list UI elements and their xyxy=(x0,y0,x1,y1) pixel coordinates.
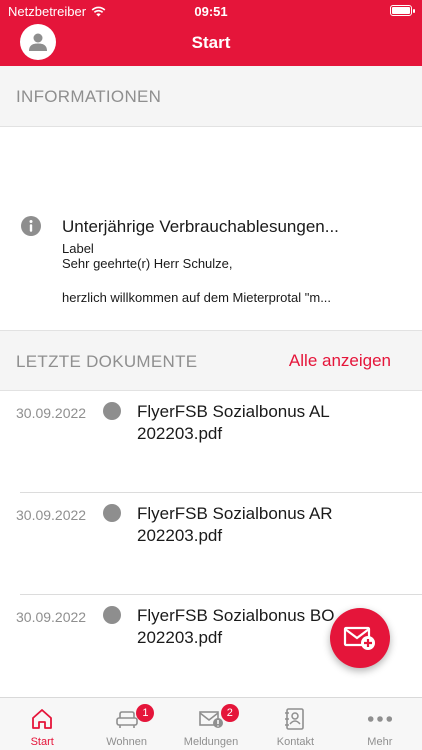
informationen-section-header: INFORMATIONEN xyxy=(0,66,422,127)
more-dots-icon xyxy=(367,716,392,722)
tab-start[interactable]: Start xyxy=(0,698,84,750)
info-text-line: herzlich willkommen auf dem Mieterprotal… xyxy=(62,290,332,305)
tab-label: Meldungen xyxy=(183,736,239,748)
tab-label: Kontakt xyxy=(276,736,315,748)
document-date: 30.09.2022 xyxy=(16,507,87,523)
info-label: Label xyxy=(62,241,94,256)
tab-mehr[interactable]: Mehr xyxy=(338,698,422,750)
mail-add-icon xyxy=(343,626,375,650)
documents-section-title: LETZTE DOKUMENTE xyxy=(16,352,198,371)
status-time: 09:51 xyxy=(194,4,228,19)
contact-book-icon xyxy=(285,708,305,730)
unread-dot-icon xyxy=(103,402,121,420)
badge: 1 xyxy=(136,704,155,722)
tab-meldungen[interactable]: 2 Meldungen xyxy=(169,698,253,750)
sofa-icon xyxy=(115,711,138,728)
new-message-button[interactable] xyxy=(330,608,390,668)
battery-icon xyxy=(390,5,415,16)
page-title: Start xyxy=(191,33,231,52)
document-row[interactable]: 30.09.2022 FlyerFSB Sozialbonus AR 20220… xyxy=(0,493,422,595)
info-text-line: Sehr geehrte(r) Herr Schulze, xyxy=(62,256,233,271)
document-name: FlyerFSB Sozialbonus AL 202203.pdf xyxy=(137,402,330,443)
document-row[interactable]: 30.09.2022 FlyerFSB Sozialbonus AL 20220… xyxy=(0,391,422,493)
unread-dot-icon xyxy=(103,606,121,624)
document-date: 30.09.2022 xyxy=(16,405,87,421)
tab-bar: Start 1 Wohnen 2 Meldungen Kontakt Mehr xyxy=(0,697,422,750)
show-all-link[interactable]: Alle anzeigen xyxy=(289,351,391,371)
unread-dot-icon xyxy=(103,504,121,522)
tab-wohnen[interactable]: 1 Wohnen xyxy=(84,698,168,750)
app-header: Netzbetreiber 09:51 Start xyxy=(0,0,422,66)
informationen-section-title: INFORMATIONEN xyxy=(16,87,162,106)
document-date: 30.09.2022 xyxy=(16,609,87,625)
badge: 2 xyxy=(220,704,239,722)
document-name: FlyerFSB Sozialbonus AR 202203.pdf xyxy=(137,504,333,545)
status-bar: Netzbetreiber 09:51 xyxy=(0,0,422,22)
info-icon xyxy=(21,216,41,236)
info-title[interactable]: Unterjährige Verbrauchablesungen... xyxy=(62,217,339,237)
home-icon xyxy=(32,709,53,729)
tab-label: Start xyxy=(30,736,54,748)
tab-label: Wohnen xyxy=(106,736,147,748)
tab-label: Mehr xyxy=(367,736,393,748)
tab-kontakt[interactable]: Kontakt xyxy=(253,698,337,750)
